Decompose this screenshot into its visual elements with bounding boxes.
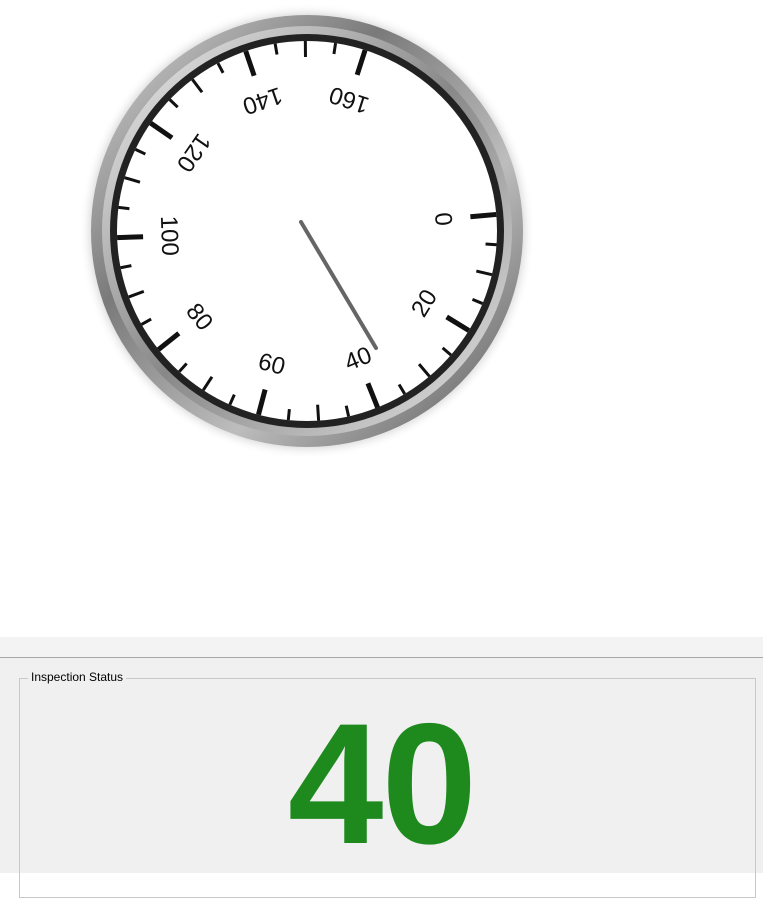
gauge-tick xyxy=(121,266,132,268)
gauge-label-100: 100 xyxy=(155,215,183,256)
analog-gauge: 020406080100120140160 xyxy=(0,0,763,637)
divider-strip xyxy=(0,637,763,658)
gauge-tick xyxy=(318,405,319,421)
gauge-tick xyxy=(275,44,277,55)
gauge-tick xyxy=(334,43,336,54)
gauge-area: 020406080100120140160 xyxy=(0,0,763,637)
status-value: 40 xyxy=(0,698,763,870)
gauge-tick xyxy=(117,237,143,238)
gauge-tick xyxy=(288,409,289,420)
gauge-tick xyxy=(118,207,129,208)
gauge-label-0: 0 xyxy=(430,211,458,227)
status-legend: Inspection Status xyxy=(28,670,126,684)
status-panel: Inspection Status 40 xyxy=(0,658,763,873)
gauge-tick xyxy=(486,244,497,245)
gauge-tick xyxy=(470,214,496,216)
